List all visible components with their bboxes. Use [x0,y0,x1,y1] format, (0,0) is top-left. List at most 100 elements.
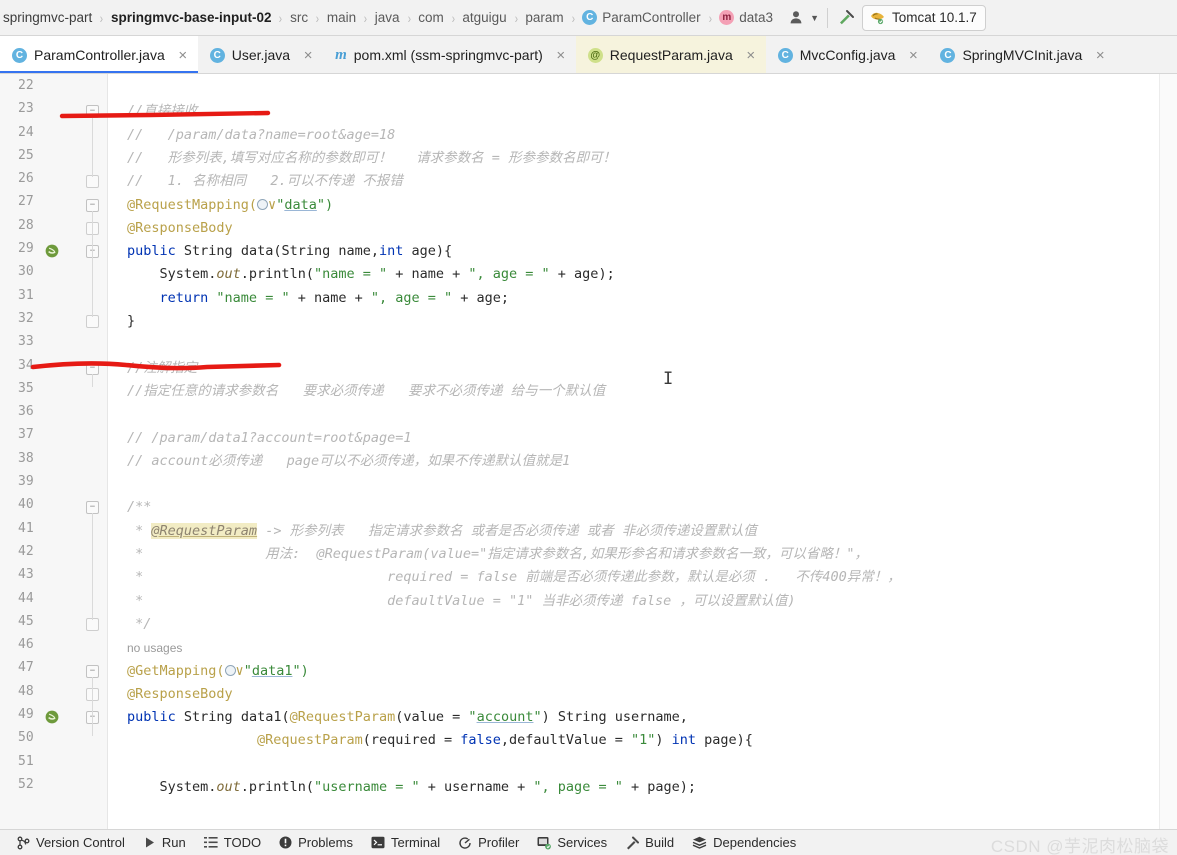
editor-tab-mvcconfig-java[interactable]: C MvcConfig.java × [766,36,929,73]
breadcrumb-item-springmvc-part[interactable]: springmvc-part [0,6,95,30]
editor-tab-pom-xml-ssm-springmvc-part-[interactable]: m pom.xml (ssm-springmvc-part) × [323,36,576,73]
web-globe-icon[interactable] [224,664,236,676]
watermark: CSDN @芋泥肉松脑袋 [990,837,1169,855]
run-configuration-selector[interactable]: Tomcat 10.1.7 [861,4,986,31]
hammer-icon[interactable] [836,7,858,29]
terminal-icon [371,836,385,849]
close-icon[interactable]: × [906,47,920,64]
code-token: + page); [622,779,696,795]
code-token: return [159,289,217,306]
close-icon[interactable]: × [554,47,568,64]
breadcrumb-item-param[interactable]: param [522,6,566,30]
code-token: @RequestMapping( [127,196,258,213]
line-number: 45 [18,613,34,629]
code-line-45[interactable]: */ [108,613,1177,636]
web-globe-icon[interactable] [257,198,269,210]
status-button-run[interactable]: Run [134,832,195,854]
breadcrumb-separator: › [708,9,712,26]
highlighted-token: @RequestParam [151,522,258,539]
code-line-29[interactable]: public String data(String name,int age){ [108,240,1177,263]
status-button-todo[interactable]: TODO [195,832,270,854]
code-line-37[interactable]: // /param/data1?account=root&page=1 [108,427,1177,450]
status-button-terminal[interactable]: Terminal [362,832,449,854]
code-token: name, [338,243,379,260]
editor-tab-springmvcinit-java[interactable]: C SpringMVCInit.java × [928,36,1115,73]
breadcrumb-item-java[interactable]: java [372,6,403,30]
code-line-33[interactable] [108,333,1177,356]
code-line-31[interactable]: return "name = " + name + ", age = " + a… [108,287,1177,310]
close-icon[interactable]: × [744,47,758,64]
breadcrumb-separator: › [514,9,518,26]
code-line-38[interactable]: // account必须传递 page可以不必须传递，如果不传递默认值就是1 [108,450,1177,473]
code-token: age){ [411,243,453,260]
code-line-41[interactable]: * @RequestParam -> 形参列表 指定请求参数名 或者是否必须传递… [108,520,1177,543]
breadcrumb-item-com[interactable]: com [415,6,447,30]
spring-bean-icon[interactable] [44,243,61,260]
breadcrumb-item-src[interactable]: src [287,6,311,30]
code-content[interactable]: //直接接收 // /param/data?name=root&age=18 // … [108,74,1177,829]
breadcrumb-item-main[interactable]: main [324,6,359,30]
code-line-47[interactable]: @GetMapping(∨"data1") [108,660,1177,683]
breadcrumb-item-paramcontroller[interactable]: C ParamController [579,6,703,30]
code-line-27[interactable]: @RequestMapping(∨"data") [108,194,1177,217]
code-line-30[interactable]: System.out.println("name = " + name + ",… [108,263,1177,286]
code-line-50[interactable]: @RequestParam(required = false,defaultVa… [108,729,1177,752]
close-icon[interactable]: × [301,47,315,64]
todo-icon [203,836,218,849]
dependencies-icon [692,836,707,849]
code-line-52[interactable]: System.out.println("username = " + usern… [108,776,1177,799]
code-token: // /param/data1?account=root&page=1 [127,429,412,446]
code-line-32[interactable]: } [108,310,1177,333]
code-line-22[interactable] [108,77,1177,100]
code-folding-rail[interactable]: −−−−−−− [78,74,108,829]
line-number: 24 [18,124,34,140]
status-button-profiler[interactable]: Profiler [449,832,528,854]
editor-tab-user-java[interactable]: C User.java × [198,36,323,73]
chevron-down-icon[interactable]: ▼ [810,13,819,23]
code-fold-connector [92,513,93,620]
status-button-dependencies[interactable]: Dependencies [683,832,805,854]
code-line-51[interactable] [108,753,1177,776]
editor-tab-requestparam-java[interactable]: @ RequestParam.java × [575,36,766,73]
code-line-44[interactable]: * defaultValue = "1" 当非必须传递 false ，可以设置默… [108,590,1177,613]
code-line-40[interactable]: /** [108,496,1177,519]
breadcrumb-item-springmvc-base-input-02[interactable]: springmvc-base-input-02 [108,6,275,30]
code-token: @RequestParam [257,732,363,749]
code-line-26[interactable]: // 1. 名称相同 2.可以不传递 不报错 [108,170,1177,193]
line-number: 22 [18,78,34,93]
code-line-39[interactable] [108,473,1177,496]
editor-gutter[interactable]: 22 23 24 25 26 27 28 29 30 31 32 33 34 35 36 37 38 39 40 41… [0,74,78,829]
breadcrumb-item-atguigu[interactable]: atguigu [459,6,509,30]
code-line-49[interactable]: public String data1(@RequestParam(value … [108,706,1177,729]
code-line-35[interactable]: //指定任意的请求参数名 要求必须传递 要求不必须传递 给与一个默认值 [108,380,1177,403]
code-line-48[interactable]: @ResponseBody [108,683,1177,706]
code-line-28[interactable]: @ResponseBody [108,217,1177,240]
code-token: data( [240,243,282,260]
status-button-services[interactable]: Services [528,832,616,854]
status-button-problems[interactable]: Problems [270,832,362,854]
editor-tab-paramcontroller-java[interactable]: C ParamController.java × [0,36,198,73]
code-line-43[interactable]: * required = false 前端是否必须传递此参数，默认是必须 . 不… [108,566,1177,589]
status-button-build[interactable]: Build [616,832,683,854]
line-number: 26 [18,171,34,187]
intellij-idea-window: springmvc-part › springmvc-base-input-02 › s… [0,0,1177,855]
close-icon[interactable]: × [176,47,190,64]
line-number: 41 [18,520,34,536]
editor-tab-bar: C ParamController.java × C User.java × m pom.xm… [0,36,1177,74]
code-token: String [183,243,241,260]
code-line-34[interactable]: //注解指定 [108,357,1177,380]
status-button-version-control[interactable]: Version Control [8,832,134,854]
user-profile-icon[interactable] [786,7,808,29]
code-line-24[interactable]: // /param/data?name=root&age=18 [108,124,1177,147]
code-line-25[interactable]: // 形参列表,填写对应名称的参数即可！ 请求参数名 = 形参参数名即可！ [108,147,1177,170]
status-bar: Version Control Run TODO Problems Terminal Pr… [0,829,1177,855]
breadcrumb-item-data3[interactable]: m data3 [716,6,776,30]
code-line-36[interactable] [108,403,1177,426]
code-line-42[interactable]: * 用法: @RequestParam(value="指定请求参数名,如果形参名… [108,543,1177,566]
editor-tab-label: SpringMVCInit.java [962,47,1083,63]
code-line-23[interactable]: //直接接收 [108,100,1177,123]
spring-bean-icon[interactable] [44,709,61,726]
close-icon[interactable]: × [1093,47,1107,64]
inlay-hint-usages[interactable]: no usages [108,637,1177,660]
code-editor[interactable]: 22 23 24 25 26 27 28 29 30 31 32 33 34 35 36 37 38 39 40 41… [0,74,1177,829]
